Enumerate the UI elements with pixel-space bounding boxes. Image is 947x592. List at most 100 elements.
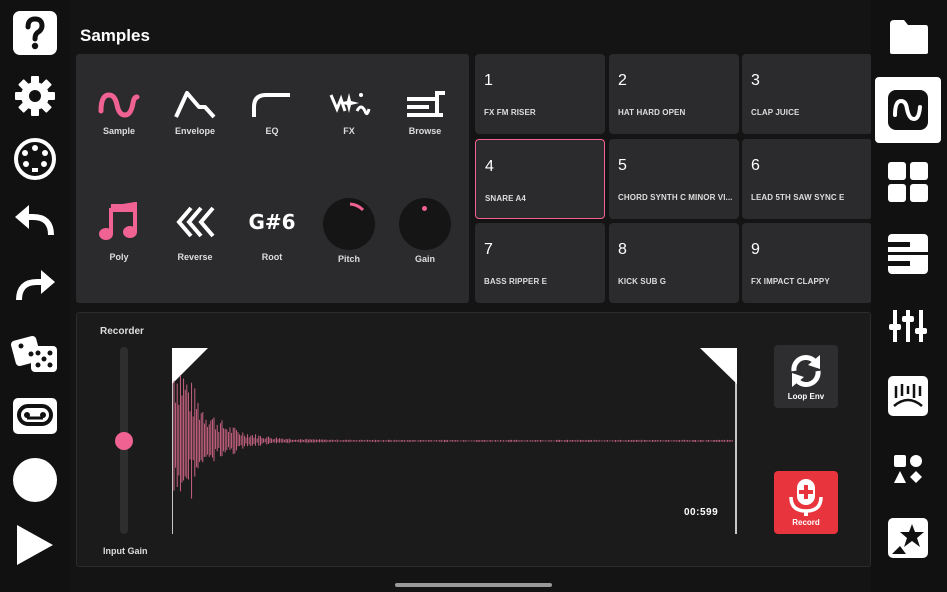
sample-view-button[interactable] — [875, 77, 941, 143]
eq-curve-icon — [252, 93, 290, 117]
end-marker-handle[interactable] — [700, 348, 737, 384]
right-toolbar — [871, 0, 947, 592]
root-label: Root — [261, 252, 283, 262]
browse-tool[interactable]: Browse — [392, 84, 458, 136]
sample-wave-icon — [888, 90, 928, 130]
star-card-icon — [888, 518, 928, 558]
play-icon — [17, 525, 53, 565]
record-label: Record — [792, 518, 820, 527]
randomize-button[interactable] — [11, 328, 59, 376]
pad-number: 8 — [618, 241, 627, 258]
fx-tool[interactable]: FX — [316, 84, 382, 136]
gain-knob-control[interactable]: Gain — [392, 196, 458, 264]
recorder-title: Recorder — [100, 326, 144, 337]
undo-icon — [15, 205, 54, 236]
pad-number: 9 — [751, 241, 760, 258]
pad-number: 6 — [751, 157, 760, 174]
pad-number: 1 — [484, 72, 493, 89]
root-tool[interactable]: G#6 Root — [239, 202, 305, 262]
keys-view-button[interactable] — [887, 233, 929, 275]
pad-sample-name: HAT HARD OPEN — [618, 108, 686, 117]
pad-number: 5 — [618, 157, 627, 174]
pad-8[interactable]: 8 KICK SUB G — [609, 223, 739, 303]
eq-label: EQ — [265, 126, 279, 136]
settings-gear-icon — [15, 76, 55, 116]
midi-button[interactable] — [13, 137, 57, 181]
poly-label: Poly — [109, 252, 129, 262]
pitch-knob[interactable] — [323, 198, 375, 250]
tape-icon — [13, 398, 57, 434]
pad-sample-name: KICK SUB G — [618, 277, 667, 286]
microphone-icon — [789, 479, 823, 516]
loop-env-label: Loop Env — [787, 392, 825, 401]
pad-number: 3 — [751, 72, 760, 89]
mixer-view-button[interactable] — [887, 305, 929, 347]
pad-1[interactable]: 1 FX FM RISER — [475, 54, 605, 134]
midi-icon — [14, 138, 56, 180]
left-toolbar — [0, 0, 70, 592]
undo-button[interactable] — [13, 203, 57, 243]
pad-sample-name: CHORD SYNTH C MINOR VI... — [618, 193, 733, 202]
eq-tool[interactable]: EQ — [239, 84, 305, 136]
music-note-icon — [99, 202, 137, 240]
pad-sample-name: FX FM RISER — [484, 108, 536, 117]
pitch-arc — [349, 202, 365, 212]
help-button[interactable] — [13, 11, 57, 55]
sampler-view-button[interactable] — [887, 375, 929, 417]
pad-number: 4 — [485, 158, 494, 175]
input-gain-slider-thumb[interactable] — [115, 431, 133, 450]
dice-icon — [11, 335, 57, 372]
gain-knob[interactable] — [399, 198, 451, 250]
pad-2[interactable]: 2 HAT HARD OPEN — [609, 54, 739, 134]
gain-label: Gain — [414, 254, 435, 264]
pad-7[interactable]: 7 BASS RIPPER E — [475, 223, 605, 303]
redo-button[interactable] — [13, 268, 57, 308]
input-gain-label: Input Gain — [103, 546, 148, 556]
tools-panel: Sample Envelope EQ FX Browse Poly Revers… — [76, 54, 469, 303]
settings-button[interactable] — [13, 74, 57, 118]
reverse-icon — [176, 206, 215, 238]
reverse-tool[interactable]: Reverse — [162, 202, 228, 262]
shapes-icon — [894, 455, 922, 483]
favorites-view-button[interactable] — [887, 517, 929, 559]
pads-view-button[interactable] — [887, 161, 929, 203]
envelope-tool[interactable]: Envelope — [162, 84, 228, 136]
pitch-label: Pitch — [337, 254, 360, 264]
pad-sample-name: BASS RIPPER E — [484, 277, 548, 286]
sampler-display-icon — [888, 376, 928, 416]
root-note-value: G#6 — [248, 210, 296, 234]
folder-icon — [890, 20, 928, 54]
mixer-sliders-icon — [889, 310, 927, 342]
pad-3[interactable]: 3 CLAP JUICE — [742, 54, 872, 134]
pads-grid-icon — [888, 162, 928, 202]
folder-button[interactable] — [887, 17, 931, 57]
pad-number: 7 — [484, 241, 493, 258]
start-marker-handle[interactable] — [172, 348, 208, 384]
pad-sample-name: CLAP JUICE — [751, 108, 800, 117]
poly-tool[interactable]: Poly — [86, 202, 152, 262]
shapes-view-button[interactable] — [890, 451, 926, 487]
waveform-display[interactable] — [172, 348, 738, 534]
sample-tool[interactable]: Sample — [86, 84, 152, 136]
fx-sparkle-icon — [329, 93, 371, 116]
pad-5[interactable]: 5 CHORD SYNTH C MINOR VI... — [609, 139, 739, 219]
reverse-label: Reverse — [177, 252, 213, 262]
recording-time: 00:599 — [684, 507, 719, 518]
home-indicator[interactable] — [395, 583, 552, 587]
pad-4[interactable]: 4 SNARE A4 — [475, 139, 605, 219]
pad-9[interactable]: 9 FX IMPACT CLAPPY — [742, 223, 872, 303]
play-button[interactable] — [15, 523, 55, 567]
pad-sample-name: FX IMPACT CLAPPY — [751, 277, 830, 286]
redo-icon — [16, 270, 55, 301]
gain-knob-indicator — [422, 206, 427, 211]
sample-wave-icon — [98, 92, 140, 118]
browse-label: Browse — [408, 126, 442, 136]
record-button-nav[interactable] — [13, 458, 57, 502]
envelope-icon — [174, 91, 216, 119]
tape-button[interactable] — [13, 398, 57, 434]
loop-env-button[interactable]: Loop Env — [774, 345, 838, 408]
record-button[interactable]: Record — [774, 471, 838, 534]
pad-6[interactable]: 6 LEAD 5TH SAW SYNC E — [742, 139, 872, 219]
pitch-knob-control[interactable]: Pitch — [316, 196, 382, 264]
sample-label: Sample — [102, 126, 135, 136]
